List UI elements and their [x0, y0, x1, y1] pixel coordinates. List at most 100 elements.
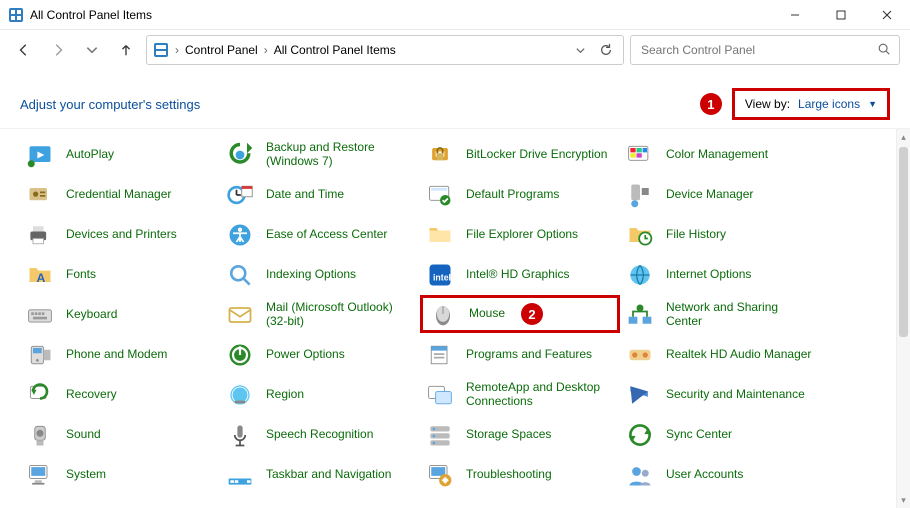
cp-item-file-explorer-options[interactable]: File Explorer Options [420, 215, 620, 255]
breadcrumb-seg-control-panel[interactable]: Control Panel [185, 43, 258, 57]
cp-item-security-and-maintenance[interactable]: Security and Maintenance [620, 375, 820, 415]
item-label: BitLocker Drive Encryption [466, 148, 607, 162]
date-icon [224, 179, 256, 211]
bitlock-icon [424, 139, 456, 171]
trouble-icon [424, 459, 456, 491]
item-label: AutoPlay [66, 148, 114, 162]
indexing-icon [224, 259, 256, 291]
maximize-button[interactable] [818, 0, 864, 30]
cp-item-system[interactable]: System [20, 455, 220, 495]
item-label: Sound [66, 428, 101, 442]
heading-row: Adjust your computer's settings 1 View b… [0, 70, 910, 128]
backup-icon [224, 139, 256, 171]
breadcrumb-seg-all-items[interactable]: All Control Panel Items [274, 43, 396, 57]
speech-icon [224, 419, 256, 451]
address-bar[interactable]: › Control Panel › All Control Panel Item… [146, 35, 624, 65]
item-label: Internet Options [666, 268, 751, 282]
cp-item-user-accounts[interactable]: User Accounts [620, 455, 820, 495]
devprint-icon [24, 219, 56, 251]
cp-item-devices-and-printers[interactable]: Devices and Printers [20, 215, 220, 255]
sync-icon [624, 419, 656, 451]
cp-item-default-programs[interactable]: Default Programs [420, 175, 620, 215]
refresh-button[interactable] [595, 39, 617, 61]
scroll-thumb[interactable] [899, 147, 908, 337]
cp-item-intel-hd-graphics[interactable]: intelIntel® HD Graphics [420, 255, 620, 295]
security-icon [624, 379, 656, 411]
annotation-badge-2: 2 [521, 303, 543, 325]
power-icon [224, 339, 256, 371]
cp-item-bitlocker-drive-encryption[interactable]: BitLocker Drive Encryption [420, 135, 620, 175]
close-button[interactable] [864, 0, 910, 30]
search-icon[interactable] [877, 42, 891, 59]
view-by-selector[interactable]: View by: Large icons ▼ [732, 88, 890, 120]
cp-item-sync-center[interactable]: Sync Center [620, 415, 820, 455]
mail-icon [224, 299, 256, 331]
cp-item-date-and-time[interactable]: Date and Time [220, 175, 420, 215]
cp-item-region[interactable]: Region [220, 375, 420, 415]
item-label: Default Programs [466, 188, 559, 202]
scroll-up-icon[interactable]: ▴ [897, 129, 910, 145]
item-label: Region [266, 388, 304, 402]
cp-item-autoplay[interactable]: AutoPlay [20, 135, 220, 175]
cp-item-internet-options[interactable]: Internet Options [620, 255, 820, 295]
forward-button[interactable] [44, 36, 72, 64]
cp-item-network-and-sharing-center[interactable]: Network and Sharing Center [620, 295, 820, 335]
cp-item-speech-recognition[interactable]: Speech Recognition [220, 415, 420, 455]
item-label: Credential Manager [66, 188, 171, 202]
cp-item-phone-and-modem[interactable]: Phone and Modem [20, 335, 220, 375]
minimize-button[interactable] [772, 0, 818, 30]
back-button[interactable] [10, 36, 38, 64]
fonts-icon: A [24, 259, 56, 291]
network-icon [624, 299, 656, 331]
scroll-down-icon[interactable]: ▾ [897, 492, 910, 508]
page-heading: Adjust your computer's settings [20, 97, 200, 112]
cp-item-recovery[interactable]: Recovery [20, 375, 220, 415]
cp-item-color-management[interactable]: Color Management [620, 135, 820, 175]
items-area: AutoPlay Backup and Restore (Windows 7) Bi… [0, 128, 910, 508]
keyboard-icon [24, 299, 56, 331]
region-icon [224, 379, 256, 411]
color-icon [624, 139, 656, 171]
cp-item-storage-spaces[interactable]: Storage Spaces [420, 415, 620, 455]
item-label: Sync Center [666, 428, 732, 442]
item-label: File Explorer Options [466, 228, 578, 242]
cp-item-ease-of-access-center[interactable]: Ease of Access Center [220, 215, 420, 255]
view-by-value: Large icons [798, 97, 860, 111]
phone-icon [24, 339, 56, 371]
scrollbar[interactable]: ▴ ▾ [896, 129, 910, 508]
search-box[interactable] [630, 35, 900, 65]
cp-item-credential-manager[interactable]: Credential Manager [20, 175, 220, 215]
cp-item-sound[interactable]: Sound [20, 415, 220, 455]
up-button[interactable] [112, 36, 140, 64]
item-label: Power Options [266, 348, 345, 362]
item-label: Security and Maintenance [666, 388, 805, 402]
titlebar: All Control Panel Items [0, 0, 910, 30]
item-label: Fonts [66, 268, 96, 282]
item-label: Storage Spaces [466, 428, 551, 442]
recent-dropdown[interactable] [78, 36, 106, 64]
breadcrumb-sep-icon: › [173, 43, 181, 57]
cp-item-taskbar-and-navigation[interactable]: Taskbar and Navigation [220, 455, 420, 495]
filehist-icon [624, 219, 656, 251]
cp-item-power-options[interactable]: Power Options [220, 335, 420, 375]
cp-item-fonts[interactable]: A Fonts [20, 255, 220, 295]
cp-item-backup-and-restore-windows-7[interactable]: Backup and Restore (Windows 7) [220, 135, 420, 175]
sound-icon [24, 419, 56, 451]
cp-item-mail-microsoft-outlook-32-bit[interactable]: Mail (Microsoft Outlook) (32-bit) [220, 295, 420, 335]
cp-item-realtek-hd-audio-manager[interactable]: Realtek HD Audio Manager [620, 335, 820, 375]
address-dropdown-icon[interactable] [569, 39, 591, 61]
item-label: RemoteApp and Desktop Connections [466, 381, 616, 409]
item-label: Indexing Options [266, 268, 356, 282]
cp-item-indexing-options[interactable]: Indexing Options [220, 255, 420, 295]
mouse-icon [427, 298, 459, 330]
cp-item-device-manager[interactable]: Device Manager [620, 175, 820, 215]
cp-item-keyboard[interactable]: Keyboard [20, 295, 220, 335]
cp-item-programs-and-features[interactable]: Programs and Features [420, 335, 620, 375]
search-input[interactable] [639, 42, 877, 58]
cp-item-mouse[interactable]: Mouse2 [420, 295, 620, 333]
internet-icon [624, 259, 656, 291]
cp-item-remoteapp-and-desktop-connections[interactable]: RemoteApp and Desktop Connections [420, 375, 620, 415]
cp-item-troubleshooting[interactable]: Troubleshooting [420, 455, 620, 495]
item-label: System [66, 468, 106, 482]
cp-item-file-history[interactable]: File History [620, 215, 820, 255]
